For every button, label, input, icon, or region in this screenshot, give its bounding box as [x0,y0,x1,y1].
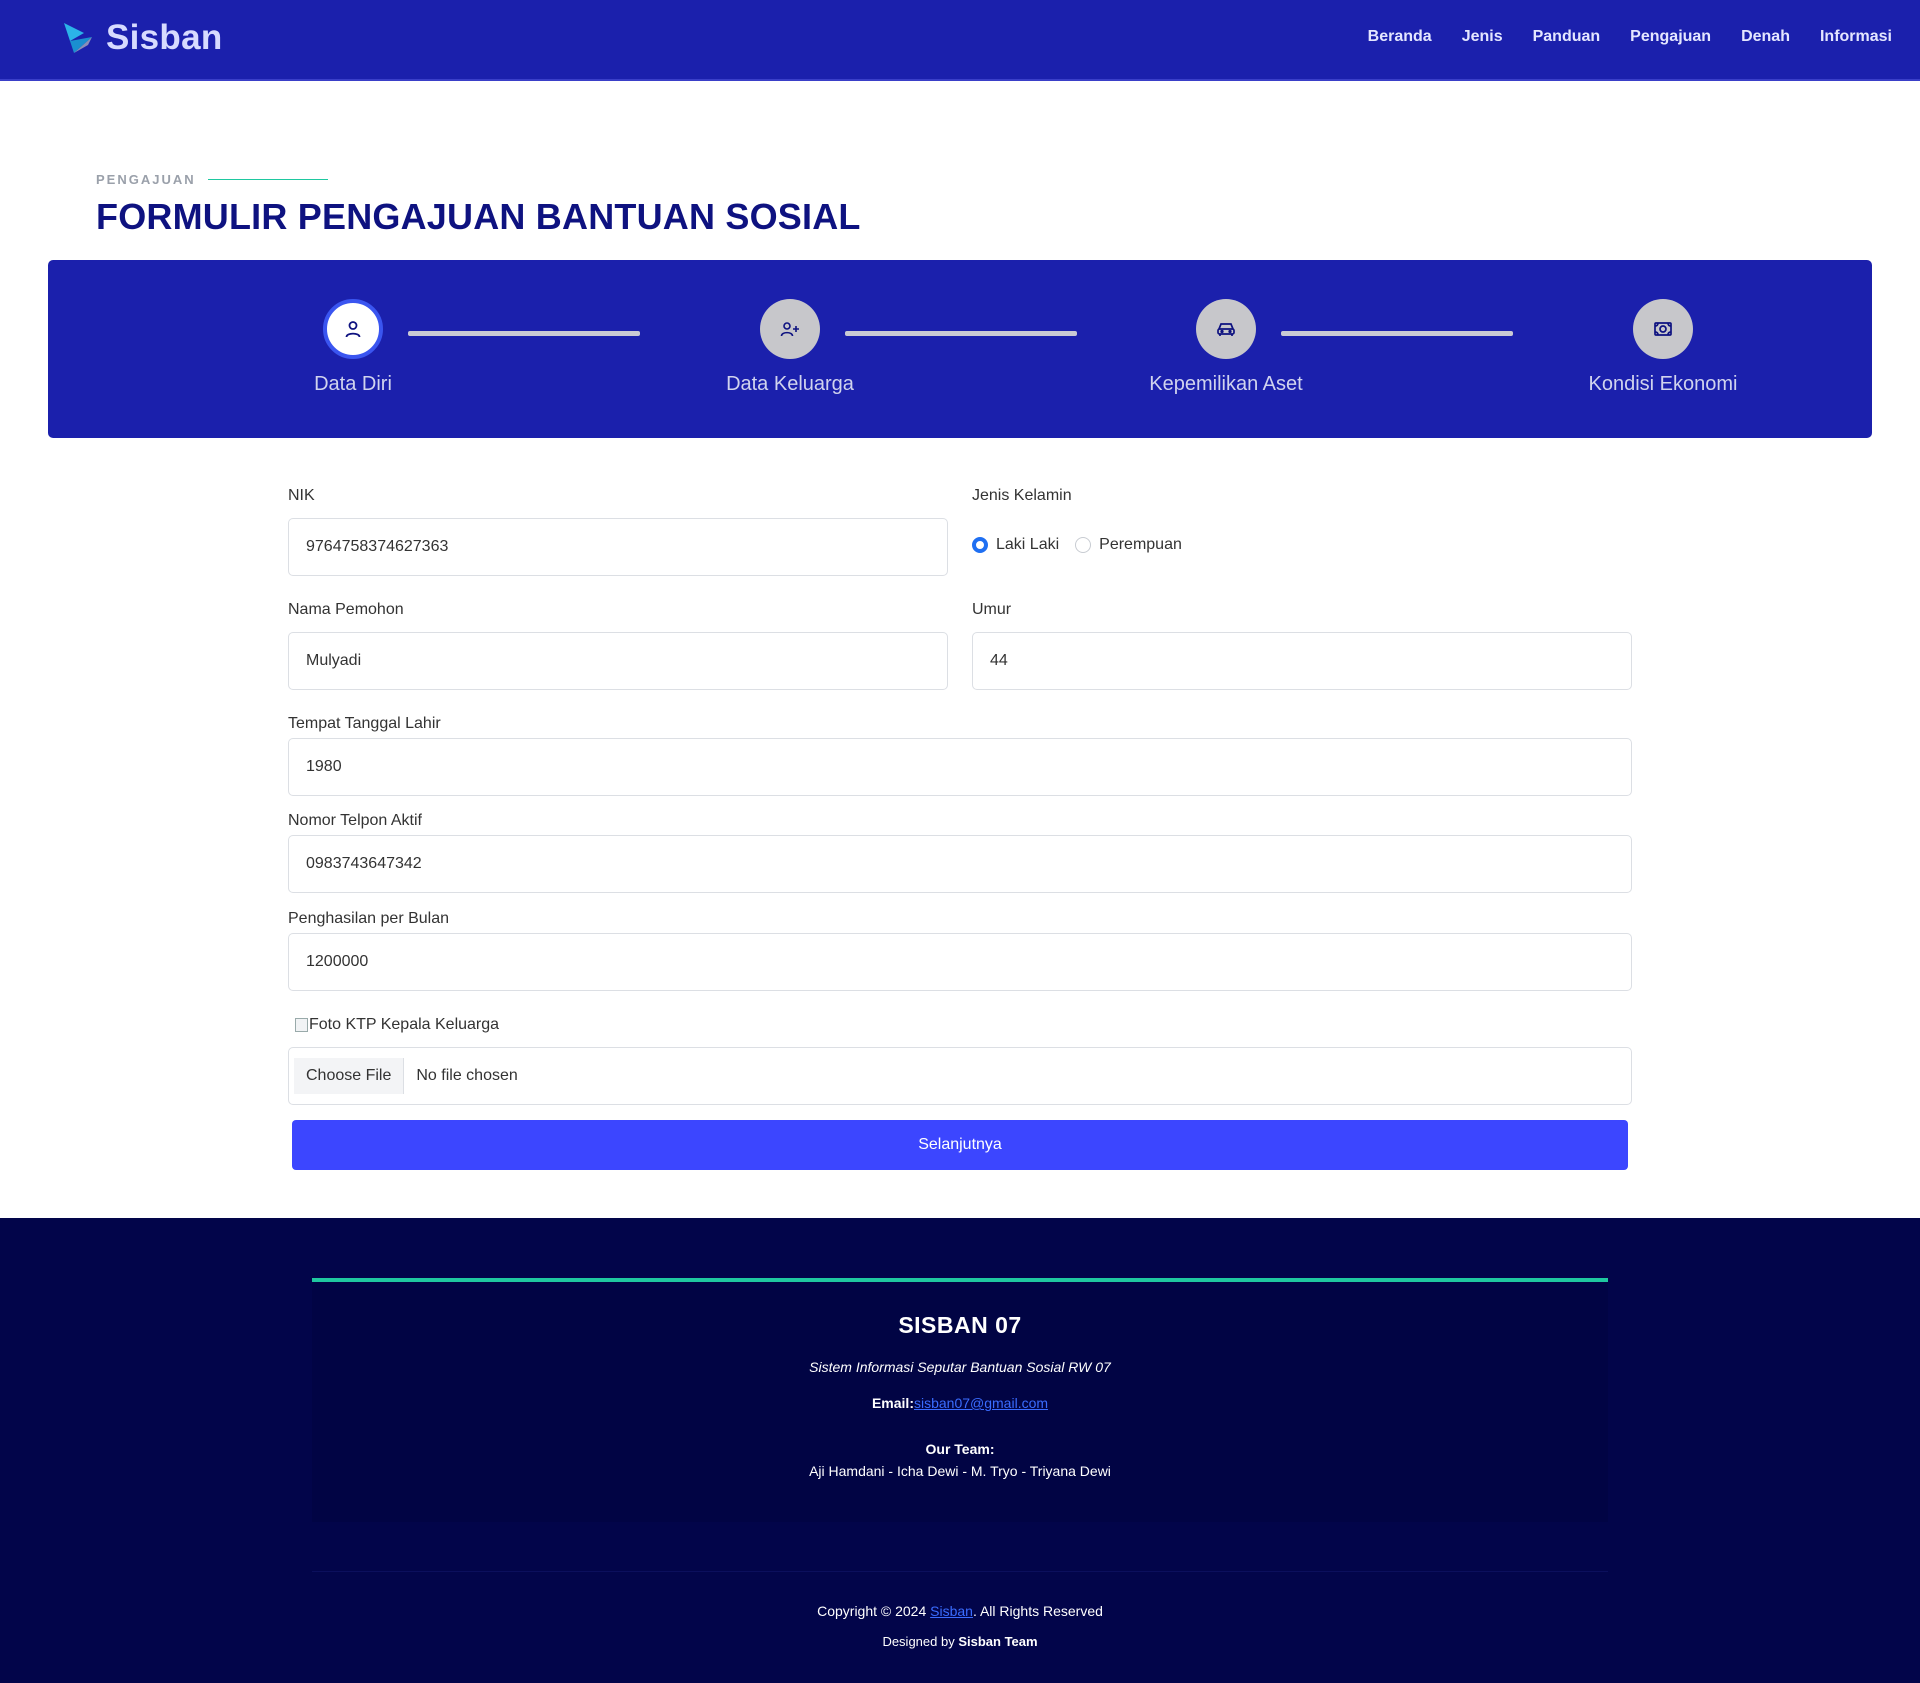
step-data-diri[interactable]: Data Diri [243,299,463,396]
footer-email: Email:sisban07@gmail.com [312,1395,1608,1411]
gender-radio-laki-laki[interactable] [972,537,988,553]
footer-copyright: Copyright © 2024 Sisban. All Rights Rese… [0,1603,1920,1619]
step-kondisi-ekonomi[interactable]: Kondisi Ekonomi [1553,299,1773,396]
nav-pengajuan[interactable]: Pengajuan [1630,28,1711,46]
choose-file-button[interactable]: Choose File [294,1058,405,1094]
next-button[interactable]: Selanjutnya [292,1120,1628,1170]
copyright-link[interactable]: Sisban [930,1603,973,1619]
phone-label: Nomor Telpon Aktif [288,812,422,829]
income-value: 1200000 [306,953,369,970]
money-icon [1654,322,1672,336]
name-input[interactable]: Mulyadi [288,632,948,690]
file-status: No file chosen [416,1067,518,1084]
gender-label: Jenis Kelamin [972,487,1072,504]
name-value: Mulyadi [306,652,362,669]
nik-value: 9764758374627363 [306,538,449,555]
nav-jenis[interactable]: Jenis [1462,28,1503,46]
phone-value: 0983743647342 [306,855,422,872]
copyright-suffix: . All Rights Reserved [972,1603,1103,1619]
step-circle [760,299,820,359]
step-label: Data Keluarga [726,373,854,395]
gender-radio-perempuan[interactable] [1075,537,1092,553]
nik-input[interactable]: 9764758374627363 [288,518,948,576]
gender-radio-group: Laki Laki Perempuan [972,536,1198,554]
footer-team-members: Aji Hamdani - Icha Dewi - M. Tryo - Triy… [809,1463,1111,1479]
nav-beranda[interactable]: Beranda [1368,28,1432,46]
gender-option-label: Laki Laki [996,536,1060,553]
form-stepper: Data Diri Data Keluarga Kepemilikan Aset [48,260,1872,438]
age-label: Umur [972,601,1012,618]
step-circle [323,299,383,359]
footer-info-card: SISBAN 07 Sistem Informasi Seputar Bantu… [312,1278,1608,1522]
name-label: Nama Pemohon [288,601,404,618]
car-icon [1217,323,1235,336]
broken-image-icon [295,1018,308,1032]
birth-label: Tempat Tanggal Lahir [288,715,441,732]
step-kepemilikan-aset[interactable]: Kepemilikan Aset [1116,299,1336,396]
step-label: Kepemilikan Aset [1149,373,1303,395]
ktp-photo-alt-text: Foto KTP Kepala Keluarga [309,1016,500,1033]
income-label: Penghasilan per Bulan [288,910,450,927]
step-circle [1196,299,1256,359]
sisban-logo-icon [64,23,92,53]
step-circle [1633,299,1693,359]
eyebrow-text: PENGAJUAN [96,172,196,187]
birth-input[interactable]: 1980 [288,738,1632,796]
site-footer: SISBAN 07 Sistem Informasi Seputar Bantu… [0,1218,1920,1683]
age-value: 44 [990,652,1008,669]
brand-name: Sisban [106,18,223,57]
step-label: Data Diri [314,373,392,395]
user-plus-icon [780,322,799,337]
user-icon [345,321,361,338]
section-eyebrow: PENGAJUAN [96,172,328,187]
gender-option-label: Perempuan [1099,536,1182,553]
designed-prefix: Designed by [882,1634,959,1649]
footer-divider [312,1571,1608,1572]
footer-title: SISBAN 07 [898,1312,1022,1338]
footer-email-link[interactable]: sisban07@gmail.com [914,1395,1048,1411]
step-data-keluarga[interactable]: Data Keluarga [680,299,900,396]
nav-informasi[interactable]: Informasi [1820,28,1892,46]
income-input[interactable]: 1200000 [288,933,1632,991]
copyright-prefix: Copyright © 2024 [817,1603,931,1619]
footer-team-heading: Our Team: [925,1441,995,1457]
site-header: Sisban Beranda Jenis Panduan Pengajuan D… [0,0,1920,81]
footer-description: Sistem Informasi Seputar Bantuan Sosial … [809,1359,1111,1375]
main-nav: Beranda Jenis Panduan Pengajuan Denah In… [1338,28,1892,46]
nik-label: NIK [288,487,315,504]
phone-input[interactable]: 0983743647342 [288,835,1632,893]
designed-by-team: Sisban Team [958,1634,1038,1649]
ktp-photo-image: Foto KTP Kepala Keluarga [295,1016,499,1034]
step-label: Kondisi Ekonomi [1588,373,1738,395]
step-connector [845,331,1077,336]
ktp-file-input[interactable]: Choose File No file chosen [288,1047,1632,1105]
step-connector [1281,331,1513,336]
age-input[interactable]: 44 [972,632,1632,690]
birth-value: 1980 [306,758,342,775]
brand[interactable]: Sisban [62,18,223,58]
page-title: FORMULIR PENGAJUAN BANTUAN SOSIAL [96,196,861,237]
footer-email-label: Email: [871,1395,914,1411]
nav-denah[interactable]: Denah [1741,28,1790,46]
nav-panduan[interactable]: Panduan [1533,28,1601,46]
eyebrow-divider [207,179,328,180]
footer-designed-by: Designed by Sisban Team [0,1634,1920,1649]
step-connector [408,331,640,336]
